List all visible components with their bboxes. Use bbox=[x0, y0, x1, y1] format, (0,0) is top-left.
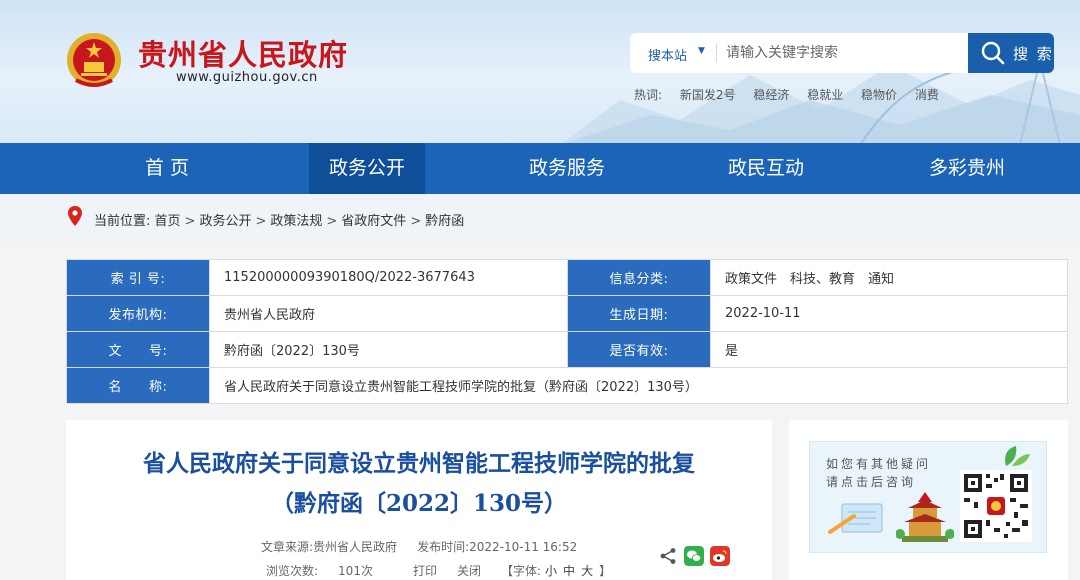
nav-item-colorful-guizhou[interactable]: 多彩贵州 bbox=[895, 143, 1039, 194]
caret-down-icon[interactable]: ▼ bbox=[698, 46, 705, 56]
date-label: 生成日期: bbox=[567, 295, 711, 332]
consult-line2: 请点击后咨询 bbox=[826, 475, 917, 489]
leaf-decoration-icon bbox=[1005, 446, 1030, 466]
hot-words-label: 热词: bbox=[634, 88, 663, 102]
hot-words: 热词: 新国发2号 稳经济 稳就业 稳物价 消费 bbox=[634, 86, 953, 103]
pavilion-illustration bbox=[896, 492, 954, 542]
breadcrumb-link-home[interactable]: 首页 bbox=[155, 214, 181, 229]
breadcrumb-link-affairs[interactable]: 政务公开 bbox=[199, 214, 251, 229]
pen-paper-illustration bbox=[828, 503, 883, 534]
breadcrumb-prefix: 当前位置: bbox=[94, 214, 151, 229]
site-header: 贵州省人民政府 www.guizhou.gov.cn 搜本站 ▼ 搜 索 热词:… bbox=[0, 0, 1080, 143]
breadcrumb-separator: > bbox=[326, 214, 338, 229]
hot-word-link[interactable]: 稳物价 bbox=[861, 88, 897, 102]
table-row: 索 引 号: 11520000009390180Q/2022-3677643 信… bbox=[66, 259, 1068, 296]
issuer-value: 贵州省人民政府 bbox=[209, 295, 568, 332]
index-no-label: 索 引 号: bbox=[66, 259, 210, 296]
issuer-label: 发布机构: bbox=[66, 295, 210, 332]
site-url: www.guizhou.gov.cn bbox=[176, 70, 318, 85]
name-label: 名 称: bbox=[66, 367, 210, 404]
breadcrumb: 当前位置: 首页 > 政务公开 > 政策法规 > 省政府文件 > 黔府函 bbox=[94, 210, 464, 229]
breadcrumb-separator: > bbox=[410, 214, 422, 229]
search-input[interactable] bbox=[726, 41, 956, 65]
site-title[interactable]: 贵州省人民政府 bbox=[138, 32, 348, 74]
search-divider bbox=[716, 44, 717, 62]
validity-value: 是 bbox=[710, 331, 1068, 368]
article-tools: 浏览次数: 101次 打印 关闭 【字体: 小中大】 bbox=[266, 562, 631, 579]
search-button[interactable]: 搜 索 bbox=[968, 33, 1054, 73]
views-stat: 浏览次数: 101次 bbox=[266, 564, 393, 578]
nav-item-services[interactable]: 政务服务 bbox=[495, 143, 639, 194]
source-label: 文章来源: bbox=[261, 540, 314, 554]
publish-time-label: 发布时间: bbox=[417, 540, 470, 554]
print-link[interactable]: 打印 bbox=[413, 564, 437, 578]
location-pin-icon bbox=[68, 206, 82, 226]
search-box: 搜本站 ▼ bbox=[630, 33, 968, 73]
font-size-large[interactable]: 大 bbox=[581, 564, 593, 578]
breadcrumb-link-qianfuhan[interactable]: 黔府函 bbox=[425, 214, 464, 229]
table-row: 名 称: 省人民政府关于同意设立贵州智能工程技师学院的批复（黔府函〔2022〕1… bbox=[66, 367, 1068, 404]
breadcrumb-separator: > bbox=[255, 214, 267, 229]
qr-code bbox=[960, 470, 1032, 542]
breadcrumb-link-policy[interactable]: 政策法规 bbox=[270, 214, 322, 229]
index-no-value: 11520000009390180Q/2022-3677643 bbox=[209, 259, 568, 296]
table-row: 发布机构: 贵州省人民政府 生成日期: 2022-10-11 bbox=[66, 295, 1068, 332]
table-row: 文 号: 黔府函〔2022〕130号 是否有效: 是 bbox=[66, 331, 1068, 368]
views-value: 101次 bbox=[338, 564, 373, 578]
category-label: 信息分类: bbox=[567, 259, 711, 296]
article-title-line1: 省人民政府关于同意设立贵州智能工程技师学院的批复 bbox=[143, 450, 695, 477]
consult-banner[interactable]: 如您有其他疑问 请点击后咨询 bbox=[809, 441, 1047, 553]
hot-word-link[interactable]: 稳就业 bbox=[807, 88, 843, 102]
share-icon[interactable] bbox=[658, 546, 678, 566]
consult-line1: 如您有其他疑问 bbox=[826, 457, 932, 471]
search-scope-select[interactable]: 搜本站 bbox=[648, 45, 687, 64]
validity-label: 是否有效: bbox=[567, 331, 711, 368]
search-icon bbox=[981, 41, 1005, 65]
hot-word-link[interactable]: 消费 bbox=[915, 88, 939, 102]
national-emblem-icon bbox=[67, 33, 121, 87]
article-title: 省人民政府关于同意设立贵州智能工程技师学院的批复 （黔府函〔2022〕130号） bbox=[66, 444, 772, 524]
nav-item-interaction[interactable]: 政民互动 bbox=[694, 143, 838, 194]
hot-word-link[interactable]: 稳经济 bbox=[753, 88, 789, 102]
weibo-icon[interactable] bbox=[710, 546, 730, 566]
article-card: 省人民政府关于同意设立贵州智能工程技师学院的批复 （黔府函〔2022〕130号）… bbox=[66, 420, 772, 580]
doc-no-value: 黔府函〔2022〕130号 bbox=[209, 331, 568, 368]
doc-no-label: 文 号: bbox=[66, 331, 210, 368]
font-size-medium[interactable]: 中 bbox=[563, 564, 575, 578]
nav-item-government-affairs[interactable]: 政务公开 bbox=[309, 143, 425, 194]
article-title-line2: （黔府函〔2022〕130号） bbox=[270, 490, 568, 517]
date-value: 2022-10-11 bbox=[710, 295, 1068, 332]
close-link[interactable]: 关闭 bbox=[457, 564, 481, 578]
search-button-label: 搜 索 bbox=[1013, 45, 1054, 63]
hot-word-link[interactable]: 新国发2号 bbox=[680, 88, 736, 102]
views-label: 浏览次数: bbox=[266, 564, 319, 578]
main-nav: 首 页 政务公开 政务服务 政民互动 多彩贵州 bbox=[0, 143, 1080, 194]
document-info-table: 索 引 号: 11520000009390180Q/2022-3677643 信… bbox=[66, 259, 1068, 404]
breadcrumb-link-provincial-docs[interactable]: 省政府文件 bbox=[341, 214, 406, 229]
breadcrumb-bar: 当前位置: 首页 > 政务公开 > 政策法规 > 省政府文件 > 黔府函 bbox=[0, 194, 1080, 242]
font-size-bracket-end: 】 bbox=[599, 564, 612, 578]
name-value: 省人民政府关于同意设立贵州智能工程技师学院的批复（黔府函〔2022〕130号） bbox=[209, 367, 1068, 404]
font-size-label: 【字体: bbox=[500, 564, 542, 578]
category-value: 政策文件 科技、教育 通知 bbox=[710, 259, 1068, 296]
breadcrumb-separator: > bbox=[184, 214, 196, 229]
wechat-icon[interactable] bbox=[684, 546, 704, 566]
source-value: 贵州省人民政府 bbox=[313, 540, 398, 554]
publish-time-value: 2022-10-11 16:52 bbox=[469, 540, 578, 554]
sidebar-card: 如您有其他疑问 请点击后咨询 bbox=[789, 420, 1068, 580]
article-meta: 文章来源:贵州省人民政府 发布时间:2022-10-11 16:52 bbox=[261, 538, 577, 555]
nav-item-home[interactable]: 首 页 bbox=[67, 143, 267, 194]
font-size-small[interactable]: 小 bbox=[545, 564, 557, 578]
